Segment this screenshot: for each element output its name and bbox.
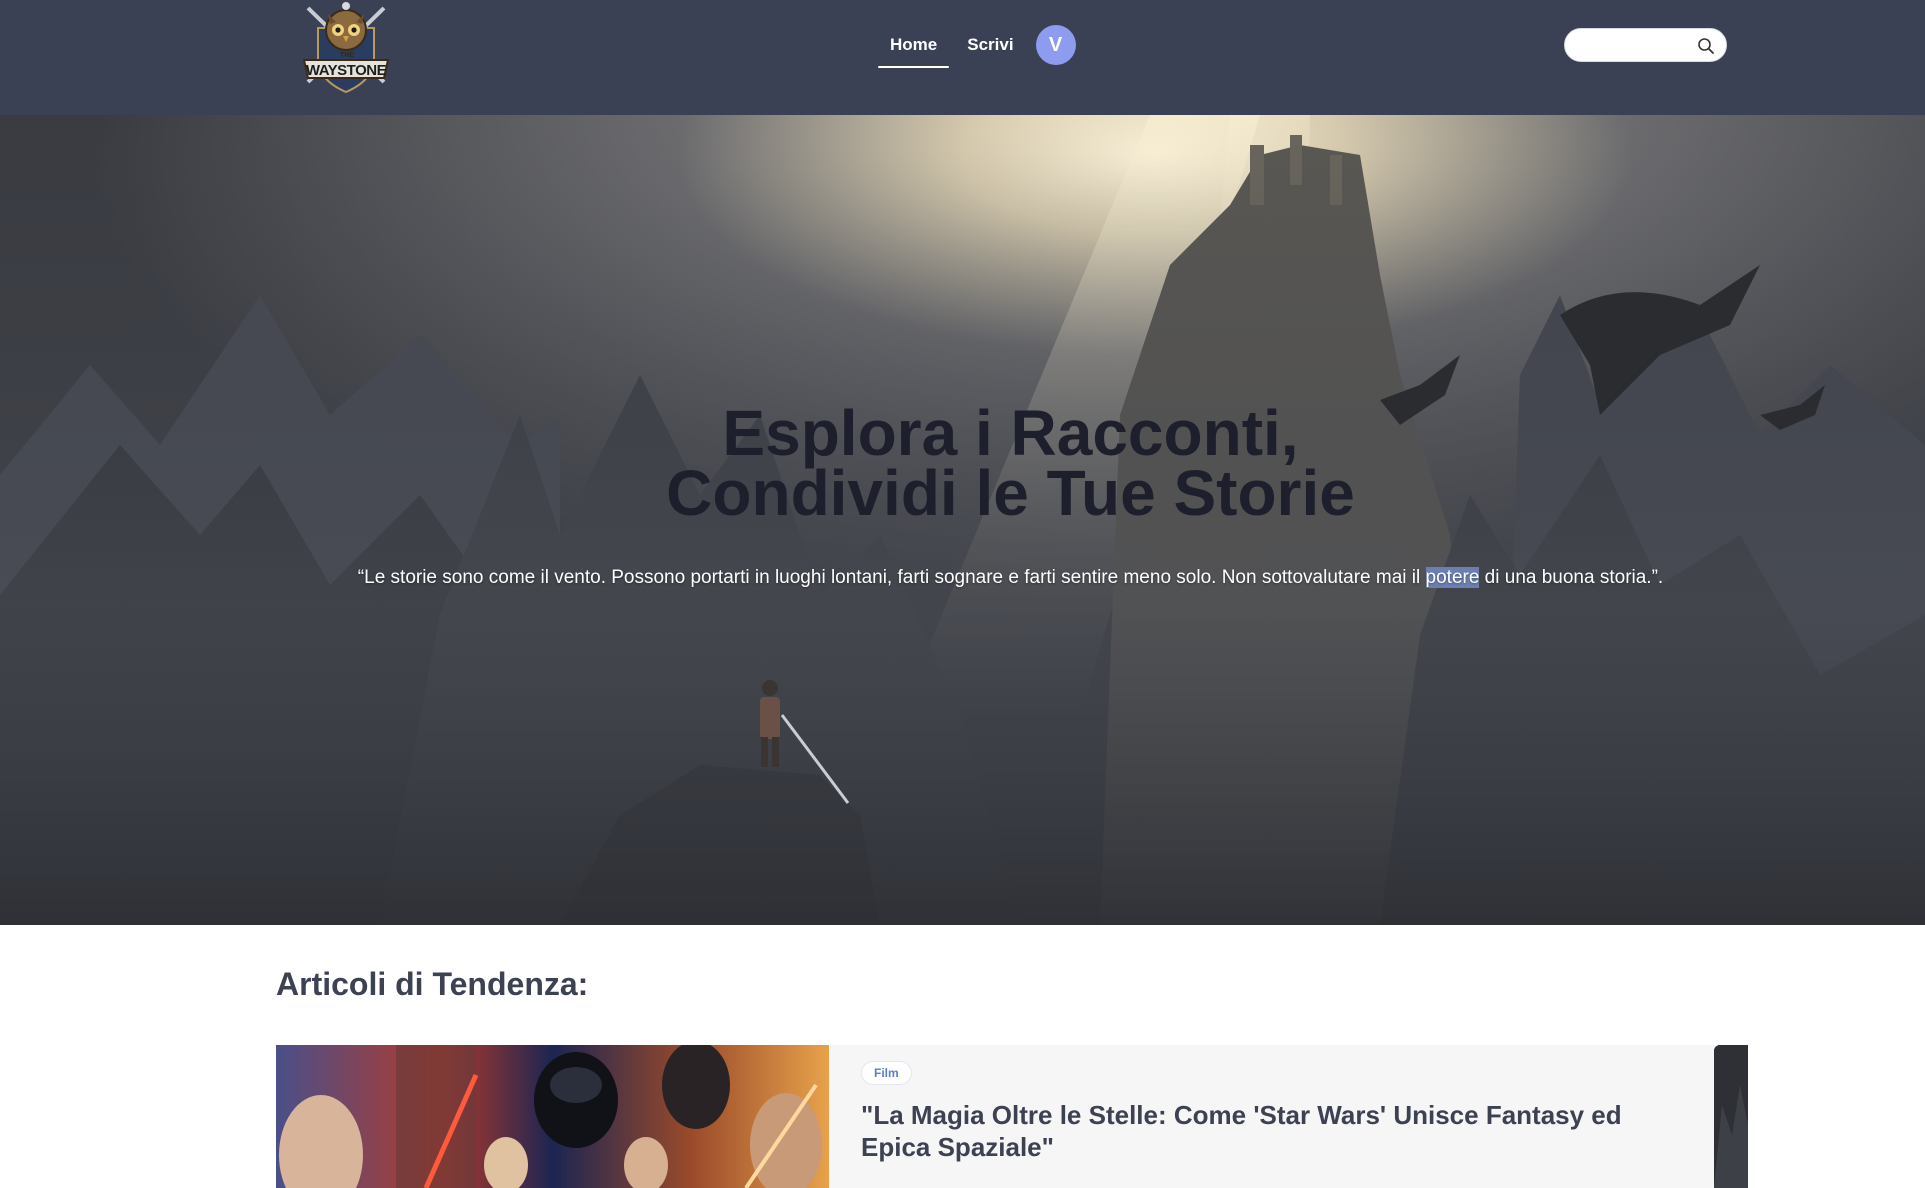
search-box	[1564, 28, 1727, 62]
article-thumbnail[interactable]	[276, 1045, 829, 1188]
quote-text-before: “Le storie sono come il vento. Possono p…	[357, 567, 1426, 588]
next-article-thumbnail	[1714, 1045, 1748, 1188]
quote-highlighted-word: potere	[1425, 567, 1480, 588]
trending-article-card[interactable]: Film "La Magia Oltre le Stelle: Come 'St…	[276, 1045, 1714, 1188]
star-wars-poster-image	[276, 1045, 829, 1188]
quote-text-after: di una buona storia.”.	[1479, 567, 1664, 588]
logo-wordmark: WAYSTONE	[305, 62, 387, 79]
next-article-card-peek[interactable]	[1714, 1045, 1748, 1188]
top-navigation-bar: THE WAYSTONE Home Scrivi V	[0, 0, 1925, 115]
hero-title-line-2: Condividi le Tue Storie	[666, 457, 1355, 529]
hero-quote: “Le storie sono come il vento. Possono p…	[0, 567, 1925, 589]
hero-banner: Esplora i Racconti, Condividi le Tue Sto…	[0, 115, 1925, 925]
user-avatar[interactable]: V	[1035, 25, 1076, 65]
search-icon[interactable]	[1697, 37, 1715, 55]
article-body: Film "La Magia Oltre le Stelle: Come 'St…	[861, 1061, 1681, 1163]
main-nav: Home Scrivi V	[878, 25, 1076, 68]
site-logo[interactable]: THE WAYSTONE	[296, 0, 396, 98]
trending-section-title: Articoli di Tendenza:	[276, 966, 589, 1002]
owl-emblem-icon	[302, 2, 390, 94]
nav-write-link[interactable]: Scrivi	[955, 27, 1025, 63]
article-category-badge[interactable]: Film	[861, 1061, 912, 1085]
hero-title-line-1: Esplora i Racconti,	[722, 397, 1299, 469]
logo-small-text: THE	[340, 52, 354, 59]
hero-title: Esplora i Racconti, Condividi le Tue Sto…	[0, 397, 1925, 529]
nav-home-link[interactable]: Home	[878, 27, 950, 68]
search-input[interactable]	[1577, 35, 1691, 59]
avatar-initial: V	[1048, 33, 1063, 56]
article-title[interactable]: "La Magia Oltre le Stelle: Come 'Star Wa…	[861, 1099, 1681, 1163]
